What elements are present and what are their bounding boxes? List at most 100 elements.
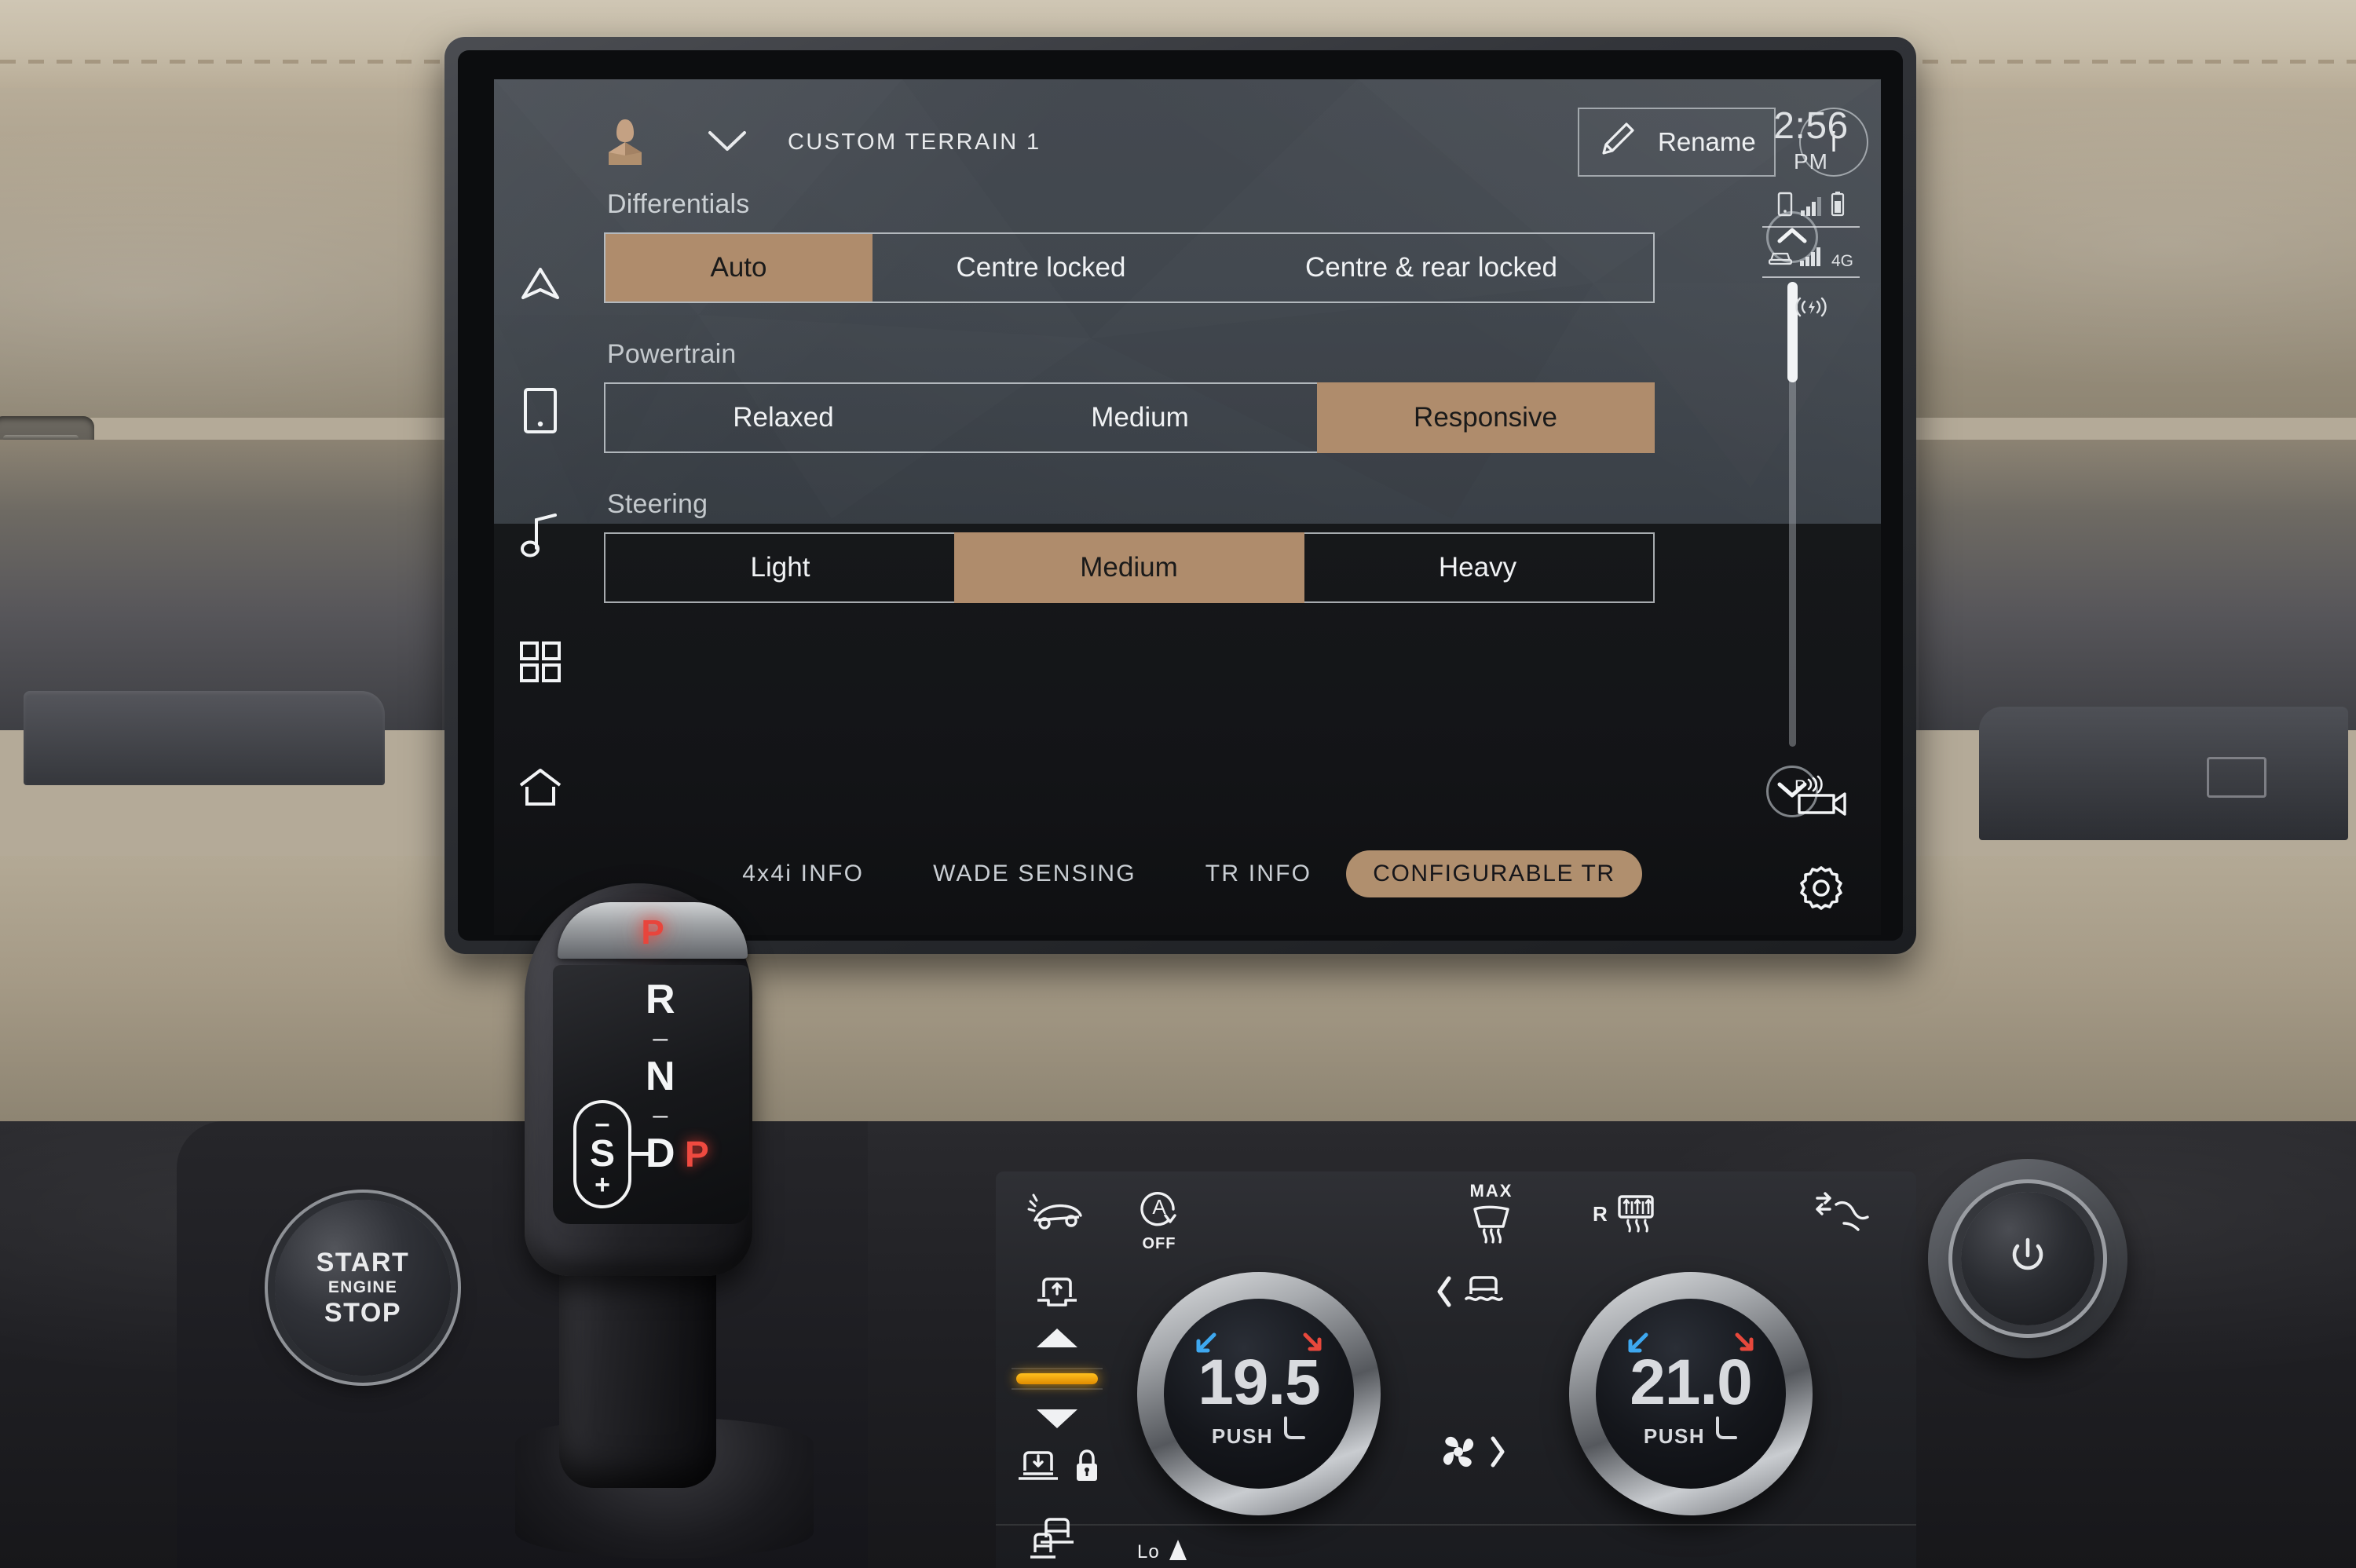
powertrain-option-medium[interactable]: Medium (962, 384, 1319, 451)
differentials-option-centre-rear-locked[interactable]: Centre & rear locked (1210, 234, 1653, 302)
gear-sport-mode: – S + (573, 1100, 631, 1208)
tab-tr-info[interactable]: TR INFO (1171, 861, 1346, 887)
wireless-charging-icon (1794, 295, 1828, 323)
fan-low-icon (1166, 1537, 1190, 1567)
gear-sport-plus: + (594, 1169, 610, 1200)
suspension-raise-icon[interactable] (1033, 1274, 1081, 1315)
sidebar-item-home[interactable] (515, 762, 565, 813)
user-avatar-icon[interactable] (601, 116, 649, 168)
gear-active-indicator: P (685, 1134, 709, 1175)
rename-button-label: Rename (1658, 127, 1756, 156)
recirculation-icon (1813, 1189, 1872, 1238)
powertrain-option-relaxed[interactable]: Relaxed (605, 384, 962, 451)
engine-start-stop-button[interactable]: START ENGINE STOP (275, 1200, 451, 1376)
chevron-down-icon[interactable] (706, 128, 748, 157)
fan-icon (1435, 1431, 1482, 1476)
settings-content: Differentials Auto Centre locked Centre … (587, 189, 1763, 817)
heat-arrow-icon (1299, 1330, 1326, 1361)
sidebar-item-phone[interactable] (515, 386, 565, 436)
park-assist-camera-button[interactable]: P (1793, 775, 1849, 823)
suspension-lower-row (1014, 1447, 1100, 1489)
power-knob[interactable] (1961, 1192, 2094, 1325)
tab-wade-sensing[interactable]: WADE SENSING (898, 861, 1171, 887)
gear-positions: R – N – D (646, 979, 675, 1174)
sidebar-rail (494, 79, 587, 935)
gear-position-r: R (646, 977, 675, 1022)
settings-button[interactable] (1797, 864, 1846, 916)
suspension-separator-top (1012, 1368, 1103, 1369)
wade-sensing-row[interactable] (1435, 1274, 1507, 1314)
gear-selector-knob[interactable]: P R – N – D – S + P (525, 883, 752, 1276)
wade-sensing-icon (1460, 1274, 1507, 1314)
status-wireless-row (1762, 295, 1860, 328)
auto-start-stop-button[interactable]: A OFF (1137, 1186, 1181, 1253)
phone-icon (1777, 192, 1793, 221)
gear-sport-label: S (589, 1133, 615, 1175)
traction-control-button[interactable] (1026, 1189, 1087, 1238)
air-recirculation-button[interactable] (1813, 1189, 1872, 1238)
climate-top-button-row: A OFF MAX R (996, 1171, 1916, 1264)
svg-text:P: P (1794, 777, 1806, 796)
gear-selector[interactable]: P R – N – D – S + P (510, 883, 814, 1559)
gear-park-button[interactable]: P (558, 902, 748, 959)
seat-adjust-icon (1026, 1532, 1060, 1568)
suspension-separator-bottom (1012, 1388, 1103, 1390)
fan-speed-row[interactable] (1435, 1431, 1507, 1476)
status-vehicle-row: 4G (1762, 245, 1860, 278)
steering-option-light[interactable]: Light (605, 534, 956, 601)
passenger-temperature-display: 21.0 PUSH (1596, 1299, 1786, 1489)
infotainment-display[interactable]: CUSTOM TERRAIN 1 Rename i 2:56 PM 4G Dif… (494, 79, 1881, 935)
dash-trim-left (24, 691, 385, 785)
differentials-segmented-control: Auto Centre locked Centre & rear locked (604, 232, 1655, 303)
climate-bottom-row: Lo (996, 1524, 1916, 1568)
differentials-option-auto[interactable]: Auto (605, 234, 873, 302)
auto-start-stop-icon: A (1137, 1186, 1181, 1234)
profile-name: CUSTOM TERRAIN 1 (788, 129, 1041, 155)
gear-divider-1: – (653, 1023, 668, 1053)
chevron-left-icon (1435, 1275, 1454, 1312)
sidebar-item-navigation[interactable] (515, 260, 565, 310)
rear-defrost-button[interactable]: R (1593, 1192, 1659, 1237)
rename-button[interactable]: Rename (1578, 108, 1776, 177)
steering-option-medium[interactable]: Medium (954, 532, 1304, 603)
gear-position-n: N (646, 1054, 675, 1099)
triangle-down-icon[interactable] (1034, 1407, 1080, 1435)
tab-configurable-tr[interactable]: CONFIGURABLE TR (1346, 850, 1642, 897)
powertrain-option-responsive[interactable]: Responsive (1317, 382, 1655, 453)
passenger-temperature-knob[interactable]: 21.0 PUSH (1569, 1272, 1813, 1515)
climate-centre-controls (1420, 1274, 1522, 1564)
suspension-indicator-led (1016, 1373, 1098, 1384)
steering-option-heavy[interactable]: Heavy (1303, 534, 1653, 601)
max-defrost-label: MAX (1469, 1181, 1513, 1201)
screen-bezel: CUSTOM TERRAIN 1 Rename i 2:56 PM 4G Dif… (458, 50, 1903, 941)
differentials-option-centre-locked[interactable]: Centre locked (873, 234, 1210, 302)
seat-icon (1279, 1416, 1306, 1449)
gear-sport-connector (631, 1152, 649, 1156)
start-label: START (316, 1247, 410, 1277)
fan-low-button[interactable]: Lo (1137, 1537, 1190, 1567)
sidebar-item-media[interactable] (515, 511, 565, 561)
navigation-arrow-icon (517, 261, 564, 309)
scrollbar-track[interactable] (1787, 282, 1798, 747)
fan-low-label: Lo (1137, 1541, 1160, 1563)
auto-start-stop-label: OFF (1142, 1235, 1176, 1252)
triangle-up-icon[interactable] (1034, 1326, 1080, 1354)
signal-bars-icon (1800, 195, 1824, 221)
seat-adjust-button[interactable] (1026, 1532, 1060, 1568)
passenger-push-label: PUSH (1643, 1424, 1706, 1448)
dash-trim-right (1979, 707, 2348, 840)
lock-icon[interactable] (1074, 1448, 1100, 1488)
driver-temperature-knob[interactable]: 19.5 PUSH (1137, 1272, 1381, 1515)
gear-selector-stalk (559, 1252, 716, 1488)
signal-bars-icon (1799, 245, 1823, 271)
group-label-powertrain: Powertrain (607, 339, 737, 369)
svg-text:A: A (1152, 1195, 1166, 1219)
status-network: 4G (1831, 252, 1853, 270)
display-header: CUSTOM TERRAIN 1 Rename i (587, 97, 1881, 188)
gear-divider-2: – (653, 1100, 668, 1130)
group-label-differentials: Differentials (607, 189, 750, 219)
suspension-lower-icon[interactable] (1014, 1447, 1063, 1489)
suspension-height-controls (1010, 1274, 1104, 1564)
max-defrost-button[interactable]: MAX (1467, 1181, 1516, 1251)
sidebar-item-apps[interactable] (515, 637, 565, 687)
